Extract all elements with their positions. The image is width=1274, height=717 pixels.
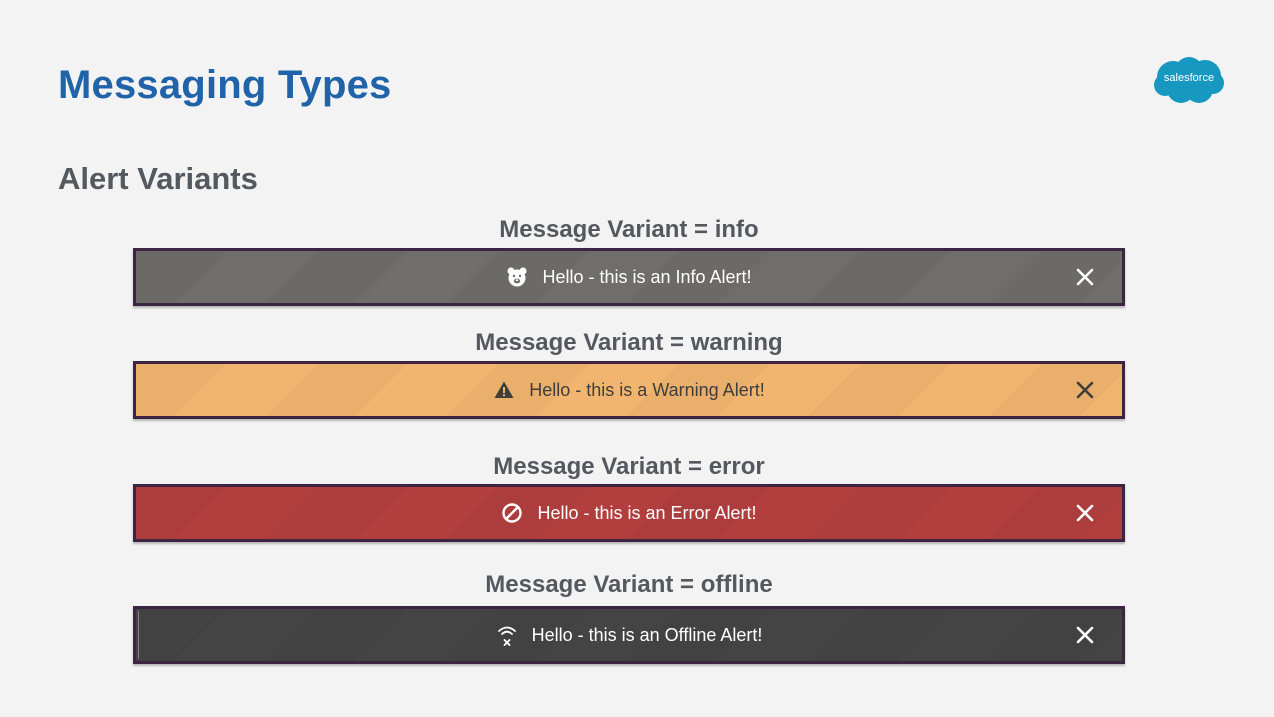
offline-wifi-icon [496, 624, 518, 646]
salesforce-logo: salesforce [1153, 55, 1225, 107]
close-button[interactable] [1074, 624, 1096, 646]
variant-label-warning: Message Variant = warning [475, 329, 783, 356]
close-button[interactable] [1074, 266, 1096, 288]
section-heading: Alert Variants [58, 161, 258, 196]
close-button[interactable] [1074, 502, 1096, 524]
variant-label-error: Message Variant = error [493, 453, 765, 480]
bear-icon [506, 266, 528, 288]
info-alert: Hello - this is an Info Alert! [133, 248, 1125, 306]
ban-icon [501, 502, 523, 524]
alert-message: Hello - this is a Warning Alert! [529, 379, 765, 400]
alert-message: Hello - this is an Error Alert! [537, 502, 757, 523]
offline-alert: Hello - this is an Offline Alert! [133, 606, 1125, 664]
alert-message: Hello - this is an Info Alert! [542, 266, 752, 287]
error-alert: Hello - this is an Error Alert! [133, 484, 1125, 542]
logo-text: salesforce [1163, 72, 1215, 84]
page-title: Messaging Types [58, 63, 392, 107]
warning-alert: Hello - this is a Warning Alert! [133, 361, 1125, 419]
close-icon[interactable] [1074, 624, 1096, 646]
close-button[interactable] [1074, 379, 1096, 401]
alert-message: Hello - this is an Offline Alert! [531, 624, 763, 645]
warning-icon [493, 379, 515, 401]
variant-label-offline: Message Variant = offline [485, 571, 773, 598]
close-icon[interactable] [1074, 266, 1096, 288]
variant-label-info: Message Variant = info [499, 216, 759, 243]
close-icon[interactable] [1074, 502, 1096, 524]
close-icon[interactable] [1074, 379, 1096, 401]
